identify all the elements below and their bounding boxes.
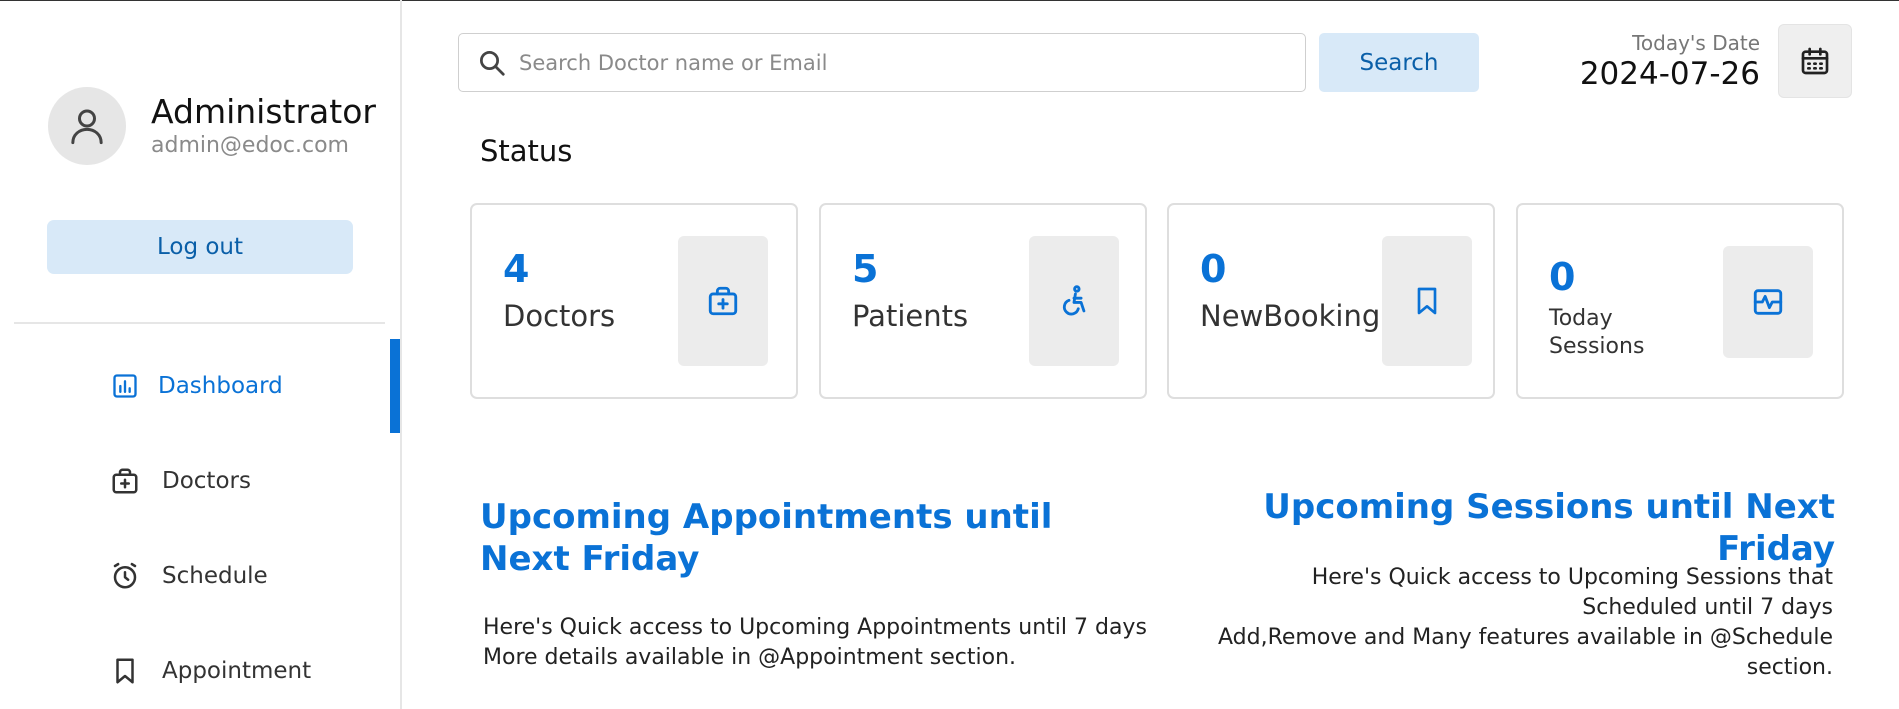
status-title: Status — [480, 134, 573, 168]
date-label: Today's Date — [1632, 31, 1760, 55]
sessions-description: Here's Quick access to Upcoming Sessions… — [1193, 563, 1833, 683]
sidebar-item-appointment[interactable]: Appointment — [0, 624, 400, 709]
profile-name: Administrator — [151, 92, 376, 131]
appointments-description: Here's Quick access to Upcoming Appointm… — [483, 613, 1163, 673]
sidebar-item-schedule[interactable]: Schedule — [0, 529, 400, 623]
sidebar-divider — [14, 322, 385, 324]
wheelchair-icon — [1062, 285, 1086, 316]
sidebar-item-dashboard[interactable]: Dashboard — [0, 339, 400, 433]
stat-label: Patients — [852, 299, 969, 333]
calendar-button[interactable] — [1778, 24, 1852, 98]
sessions-desc-line1: Here's Quick access to Upcoming Sessions… — [1311, 565, 1833, 620]
sidebar-item-label: Dashboard — [158, 373, 283, 399]
sidebar-item-label: Appointment — [162, 658, 312, 684]
profile-email: admin@edoc.com — [151, 133, 349, 158]
avatar — [48, 87, 126, 165]
date-value: 2024-07-26 — [1579, 56, 1760, 92]
sidebar-item-label: Schedule — [162, 563, 268, 589]
stat-value: 5 — [852, 247, 879, 291]
profile-text: Administrator admin@edoc.com — [151, 92, 376, 160]
sessions-title: Upcoming Sessions until Next Friday — [1263, 487, 1835, 569]
stat-card-newbooking: 0 NewBooking — [1167, 203, 1495, 399]
sidebar-item-label: Doctors — [162, 468, 251, 494]
alarm-clock-icon — [110, 561, 140, 591]
bookmark-icon — [110, 656, 140, 686]
search-button[interactable]: Search — [1319, 33, 1479, 92]
stat-icon-box — [678, 236, 768, 366]
medical-bag-icon — [708, 286, 738, 316]
stat-value: 0 — [1200, 247, 1227, 291]
sidebar-item-doctors[interactable]: Doctors — [0, 434, 400, 528]
user-icon — [71, 109, 103, 145]
stat-label: NewBooking — [1200, 299, 1381, 333]
stat-label: Today Sessions — [1549, 306, 1645, 359]
search-icon — [477, 48, 507, 82]
stat-icon-box — [1029, 236, 1119, 366]
stat-icon-box — [1382, 236, 1472, 366]
stat-icon-box — [1723, 246, 1813, 358]
dashboard-icon — [110, 371, 140, 401]
calendar-icon — [1801, 47, 1829, 75]
logout-button[interactable]: Log out — [47, 220, 353, 274]
sessions-desc-line2: Add,Remove and Many features available i… — [1218, 625, 1833, 680]
medical-bag-icon — [110, 466, 140, 496]
search-input[interactable] — [519, 34, 1289, 91]
appointments-desc-line1: Here's Quick access to Upcoming Appointm… — [483, 615, 1147, 640]
bookmark-icon — [1417, 287, 1437, 315]
stat-value: 4 — [503, 247, 530, 291]
appointments-desc-line2: More details available in @Appointment s… — [483, 645, 1017, 670]
stat-card-patients: 5 Patients — [819, 203, 1147, 399]
profile-section: Administrator admin@edoc.com — [48, 87, 376, 165]
stat-label: Doctors — [503, 299, 616, 333]
pulse-icon — [1753, 289, 1783, 315]
search-bar — [458, 33, 1306, 92]
stat-card-today-sessions: 0 Today Sessions — [1516, 203, 1844, 399]
appointments-title: Upcoming Appointments until Next Friday — [480, 497, 1053, 579]
sidebar: Administrator admin@edoc.com Log out Das… — [0, 0, 402, 709]
stat-value: 0 — [1549, 255, 1576, 299]
stat-card-doctors: 4 Doctors — [470, 203, 798, 399]
